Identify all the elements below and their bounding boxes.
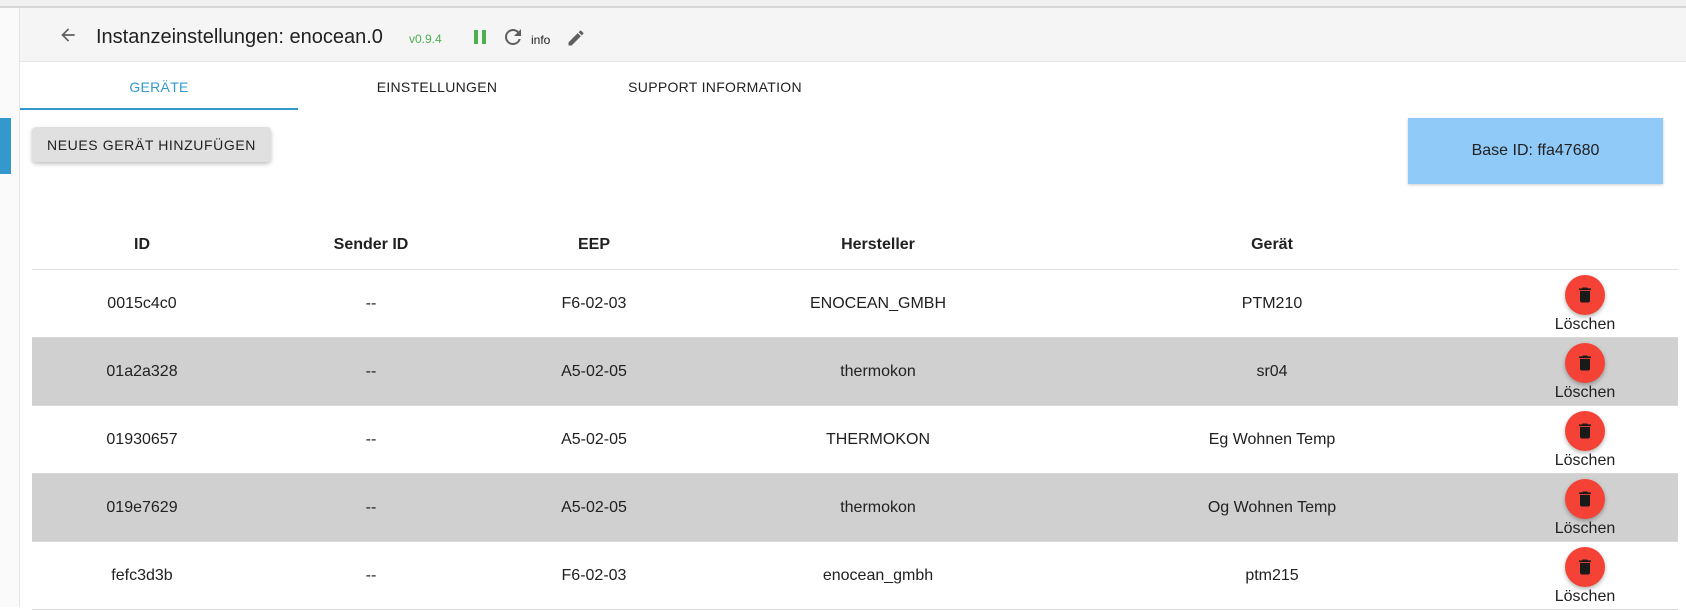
page-title: Instanzeinstellungen: enocean.0: [96, 26, 383, 48]
column-header-device: Gerät: [1251, 236, 1293, 253]
add-device-button[interactable]: NEUES GERÄT HINZUFÜGEN: [32, 127, 271, 162]
delete-action: Löschen: [1535, 270, 1635, 338]
tab-settings[interactable]: EINSTELLUNGEN: [298, 63, 576, 111]
cell-id: fefc3d3b: [111, 567, 173, 584]
table-row: 019e7629 -- A5-02-05 thermokon Og Wohnen…: [32, 474, 1678, 542]
base-id-badge: Base ID: ffa47680: [1408, 118, 1663, 184]
pencil-icon: [568, 30, 584, 46]
cell-eep: F6-02-03: [561, 295, 627, 312]
refresh-icon: [505, 29, 521, 45]
cell-device: ptm215: [1245, 567, 1299, 584]
cell-sender-id: --: [365, 363, 377, 380]
table-row: 01a2a328 -- A5-02-05 thermokon sr04 Lösc…: [32, 338, 1678, 406]
delete-button[interactable]: [1565, 343, 1605, 383]
cell-eep: F6-02-03: [561, 567, 627, 584]
cell-device: sr04: [1256, 363, 1288, 380]
delete-action: Löschen: [1535, 474, 1635, 542]
delete-action: Löschen: [1535, 406, 1635, 474]
trash-icon: [1579, 355, 1591, 371]
trash-icon: [1579, 559, 1591, 575]
tab-bar: GERÄTE EINSTELLUNGEN SUPPORT INFORMATION: [20, 63, 1686, 111]
cell-sender-id: --: [365, 295, 377, 312]
trash-icon: [1579, 287, 1591, 303]
column-header-manufacturer: Hersteller: [841, 236, 915, 253]
delete-button[interactable]: [1565, 275, 1605, 315]
table-row: 01930657 -- A5-02-05 THERMOKON Eg Wohnen…: [32, 406, 1678, 474]
column-header-id: ID: [134, 236, 150, 253]
table-row: 0015c4c0 -- F6-02-03 ENOCEAN_GMBH PTM210…: [32, 270, 1678, 338]
cell-eep: A5-02-05: [561, 431, 627, 448]
left-sidebar-edge: [0, 8, 20, 607]
cell-id: 0015c4c0: [107, 295, 177, 312]
cell-manufacturer: THERMOKON: [826, 431, 930, 448]
delete-action: Löschen: [1535, 338, 1635, 406]
column-header-sender-id: Sender ID: [333, 236, 409, 253]
pause-icon-bar-left: [474, 30, 478, 44]
delete-label: Löschen: [1554, 588, 1616, 605]
back-button[interactable]: [54, 21, 82, 49]
reload-button[interactable]: [501, 25, 525, 49]
cell-sender-id: --: [365, 567, 377, 584]
active-tab-indicator: [20, 108, 298, 110]
table-row: fefc3d3b -- F6-02-03 enocean_gmbh ptm215…: [32, 542, 1678, 610]
cell-eep: A5-02-05: [561, 363, 627, 380]
cell-manufacturer: enocean_gmbh: [822, 567, 934, 584]
instance-header: Instanzeinstellungen: enocean.0 v0.9.4 i…: [20, 8, 1686, 62]
delete-label: Löschen: [1554, 316, 1616, 333]
cell-device: PTM210: [1241, 295, 1303, 312]
cell-id: 01930657: [106, 431, 178, 448]
cell-sender-id: --: [365, 431, 377, 448]
info-label: info: [531, 33, 551, 47]
cell-id: 019e7629: [106, 499, 178, 516]
instance-settings-panel: Instanzeinstellungen: enocean.0 v0.9.4 i…: [20, 8, 1686, 610]
arrow-left-icon: [61, 28, 75, 42]
edit-info-button[interactable]: [566, 28, 586, 48]
tab-devices[interactable]: GERÄTE: [20, 63, 298, 111]
sidebar-accent: [0, 118, 11, 174]
top-strip: [0, 0, 1686, 8]
delete-action: Löschen: [1535, 542, 1635, 610]
cell-sender-id: --: [365, 499, 377, 516]
cell-device: Eg Wohnen Temp: [1208, 431, 1336, 448]
cell-manufacturer: thermokon: [840, 499, 916, 516]
version-label: v0.9.4: [409, 32, 442, 46]
tab-support-information[interactable]: SUPPORT INFORMATION: [576, 63, 854, 111]
delete-label: Löschen: [1554, 452, 1616, 469]
cell-device: Og Wohnen Temp: [1207, 499, 1337, 516]
trash-icon: [1579, 491, 1591, 507]
column-header-eep: EEP: [577, 236, 610, 253]
trash-icon: [1579, 423, 1591, 439]
delete-button[interactable]: [1565, 411, 1605, 451]
delete-button[interactable]: [1565, 479, 1605, 519]
devices-table: ID Sender ID EEP Hersteller Gerät 0015c4…: [32, 220, 1678, 610]
cell-id: 01a2a328: [106, 363, 178, 380]
delete-label: Löschen: [1554, 520, 1616, 537]
delete-button[interactable]: [1565, 547, 1605, 587]
table-header: ID Sender ID EEP Hersteller Gerät: [32, 220, 1678, 270]
cell-manufacturer: thermokon: [840, 363, 916, 380]
pause-icon-bar-right: [482, 30, 486, 44]
delete-label: Löschen: [1554, 384, 1616, 401]
cell-eep: A5-02-05: [561, 499, 627, 516]
pause-button[interactable]: [470, 27, 490, 47]
cell-manufacturer: ENOCEAN_GMBH: [809, 295, 947, 312]
